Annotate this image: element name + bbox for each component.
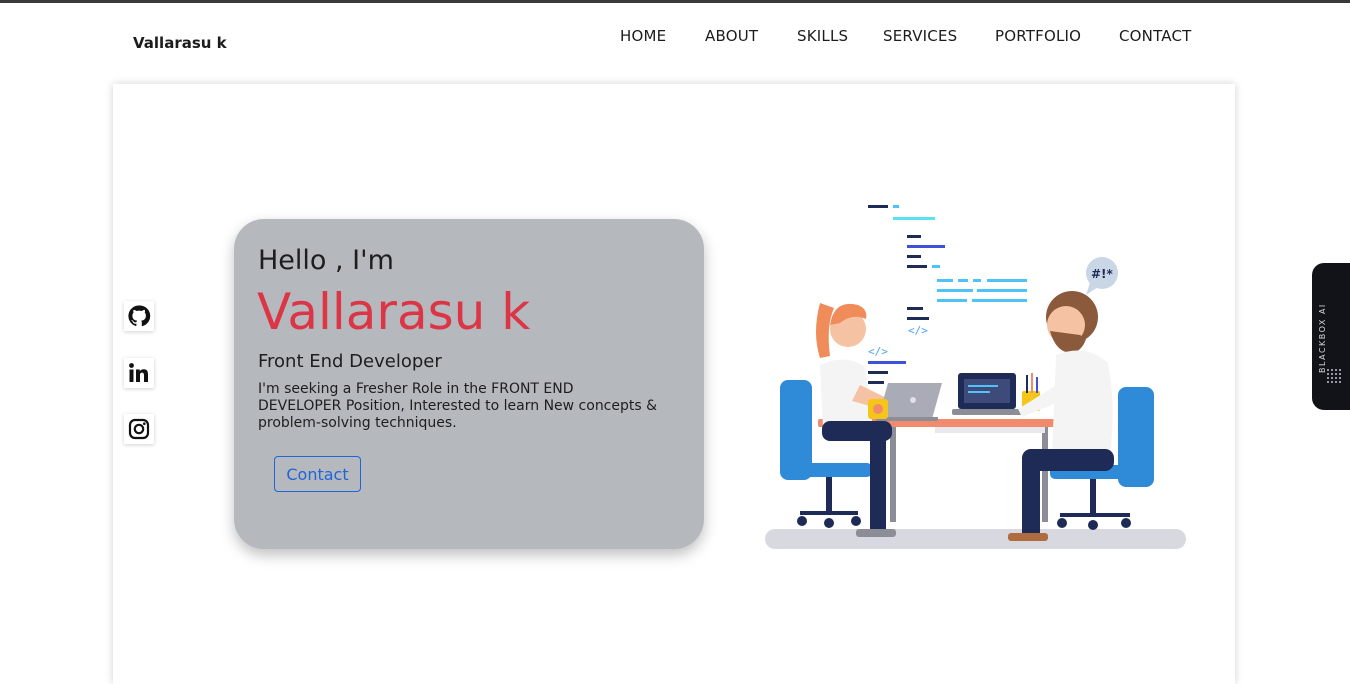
contact-button[interactable]: Contact [274, 456, 361, 492]
linkedin-icon [129, 363, 148, 382]
instagram-link[interactable] [124, 414, 154, 444]
brand-name[interactable]: Vallarasu k [133, 34, 227, 52]
nav-link-home[interactable]: HOME [620, 27, 666, 45]
hero-role: Front End Developer [258, 351, 442, 372]
hero-card: Hello , I'm Vallarasu k Front End Develo… [234, 219, 704, 549]
blackbox-logo-icon [1327, 369, 1341, 383]
hero-name: Vallarasu k [257, 283, 531, 341]
nav-link-portfolio[interactable]: PORTFOLIO [995, 27, 1081, 45]
hero-description: I'm seeking a Fresher Role in the FRONT … [258, 381, 658, 431]
speech-bubble: #!* [1086, 257, 1118, 295]
nav-link-skills[interactable]: SKILLS [797, 27, 848, 45]
code-tag-text: </> [908, 324, 928, 337]
instagram-icon [128, 418, 150, 440]
hero-greeting: Hello , I'm [258, 245, 394, 276]
github-icon [128, 305, 151, 327]
nav-link-services[interactable]: SERVICES [883, 27, 957, 45]
right-laptop [952, 373, 1022, 415]
developers-illustration: </> </> #!* [765, 205, 1186, 549]
github-link[interactable] [124, 301, 154, 331]
man-figure [1008, 291, 1114, 541]
speech-bubble-text: #!* [1091, 267, 1114, 281]
nav-link-about[interactable]: ABOUT [705, 27, 758, 45]
nav-link-contact[interactable]: CONTACT [1119, 27, 1192, 45]
blackbox-ai-label: BLACKBOX AI [1318, 303, 1327, 373]
code-tag-text-left: </> [868, 345, 888, 358]
blackbox-ai-tab[interactable]: BLACKBOX AI [1312, 263, 1350, 410]
linkedin-link[interactable] [124, 358, 154, 388]
mug [868, 399, 888, 419]
navbar: Vallarasu k HOME ABOUT SKILLS SERVICES P… [0, 3, 1350, 84]
